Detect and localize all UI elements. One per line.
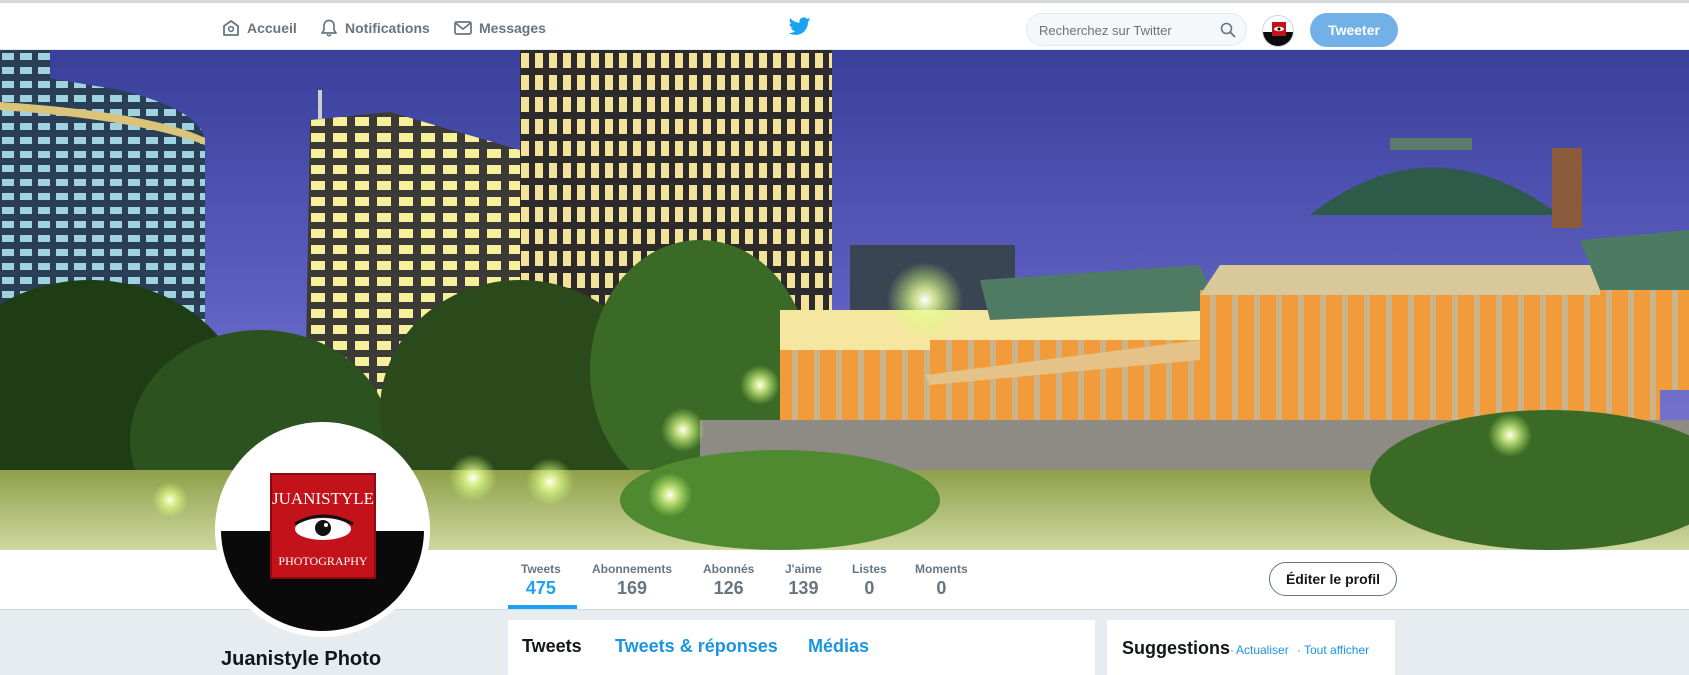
bell-icon xyxy=(321,19,337,37)
stat-label: Abonnements xyxy=(592,562,673,576)
view-all-link[interactable]: Tout afficher xyxy=(1304,643,1369,657)
tab-tweets-replies[interactable]: Tweets & réponses xyxy=(615,636,778,657)
stat-label: Listes xyxy=(852,562,887,576)
nav-messages[interactable]: Messages xyxy=(453,15,546,41)
stat-value: 126 xyxy=(713,578,744,598)
stat-value: 169 xyxy=(616,578,648,598)
stat-following[interactable]: Abonnements 169 xyxy=(592,562,672,599)
stat-label: Moments xyxy=(915,562,968,576)
twitter-bird-icon[interactable] xyxy=(789,17,811,36)
separator-dot: · xyxy=(1230,643,1234,657)
nav-home-label: Accueil xyxy=(247,20,297,36)
stat-label: Tweets xyxy=(521,562,561,576)
nav-notifications[interactable]: Notifications xyxy=(319,15,430,41)
nav-home[interactable]: Accueil xyxy=(221,15,297,41)
search-box[interactable] xyxy=(1026,13,1247,46)
stat-tweets[interactable]: Tweets 475 xyxy=(521,562,561,599)
stat-value: 0 xyxy=(936,578,947,598)
tab-media[interactable]: Médias xyxy=(808,636,869,657)
tweet-button[interactable]: Tweeter xyxy=(1310,13,1398,47)
twitter-profile-page: Accueil Notifications Messages Recherche… xyxy=(0,0,1689,675)
stat-likes[interactable]: J'aime 139 xyxy=(785,562,822,599)
stat-value: 0 xyxy=(864,578,875,598)
stat-followers[interactable]: Abonnés 126 xyxy=(703,562,754,599)
suggestions-panel: Suggestions · Actualiser · Tout afficher xyxy=(1107,620,1395,675)
account-menu-avatar[interactable] xyxy=(1262,15,1294,47)
profile-avatar[interactable]: JUANISTYLE PHOTOGRAPHY xyxy=(215,422,430,637)
tab-tweets[interactable]: Tweets xyxy=(522,636,582,657)
stat-value: 475 xyxy=(525,578,556,598)
avatar xyxy=(1263,22,1293,46)
avatar-text-bottom: PHOTOGRAPHY xyxy=(278,554,367,568)
active-tab-indicator xyxy=(508,605,577,609)
profile-display-name[interactable]: Juanistyle Photo xyxy=(221,648,381,671)
search-input[interactable] xyxy=(1039,20,1219,40)
refresh-link[interactable]: Actualiser xyxy=(1236,643,1289,657)
edit-profile-button[interactable]: Éditer le profil xyxy=(1269,562,1397,596)
top-navigation-bar: Accueil Notifications Messages Recherche… xyxy=(0,0,1689,50)
profile-avatar-image: JUANISTYLE PHOTOGRAPHY xyxy=(221,428,424,631)
stat-lists[interactable]: Listes 0 xyxy=(852,562,887,599)
suggestions-title: Suggestions xyxy=(1122,638,1231,658)
nav-notifications-label: Notifications xyxy=(345,20,430,36)
avatar-text-top: JUANISTYLE xyxy=(272,489,374,508)
nav-messages-label: Messages xyxy=(479,20,546,36)
search-icon[interactable] xyxy=(1220,22,1236,38)
home-icon xyxy=(223,20,239,36)
envelope-icon xyxy=(454,21,472,35)
stat-label: Abonnés xyxy=(703,562,755,576)
stat-value: 139 xyxy=(788,578,819,598)
timeline-tabs: Tweets Tweets & réponses Médias xyxy=(508,620,1095,675)
separator-dot: · xyxy=(1297,643,1301,657)
stat-moments[interactable]: Moments 0 xyxy=(915,562,968,599)
stat-label: J'aime xyxy=(785,562,822,576)
